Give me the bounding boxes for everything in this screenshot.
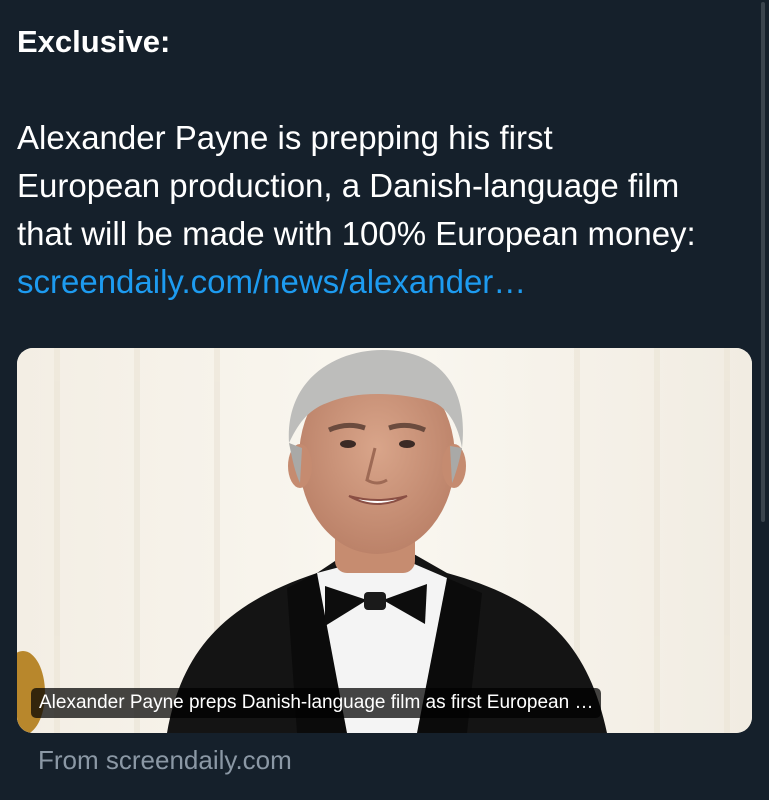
tweet-text: Exclusive: Alexander Payne is prepping h…: [17, 18, 757, 306]
card-caption: Alexander Payne preps Danish-language fi…: [31, 688, 602, 718]
portrait-photo: [17, 348, 752, 733]
scrollbar[interactable]: [761, 2, 765, 522]
tweet-line-3: that will be made with 100% European mon…: [17, 215, 696, 252]
card-source[interactable]: From screendaily.com: [38, 744, 292, 776]
tweet-line-2: European production, a Danish-language f…: [17, 167, 680, 204]
article-link[interactable]: screendaily.com/news/alexander…: [17, 258, 757, 306]
link-preview-card[interactable]: Alexander Payne preps Danish-language fi…: [17, 348, 752, 733]
tweet-heading: Exclusive:: [17, 24, 171, 59]
tweet-line-1: Alexander Payne is prepping his first: [17, 119, 553, 156]
tweet-body: Alexander Payne is prepping his first Eu…: [17, 114, 757, 306]
